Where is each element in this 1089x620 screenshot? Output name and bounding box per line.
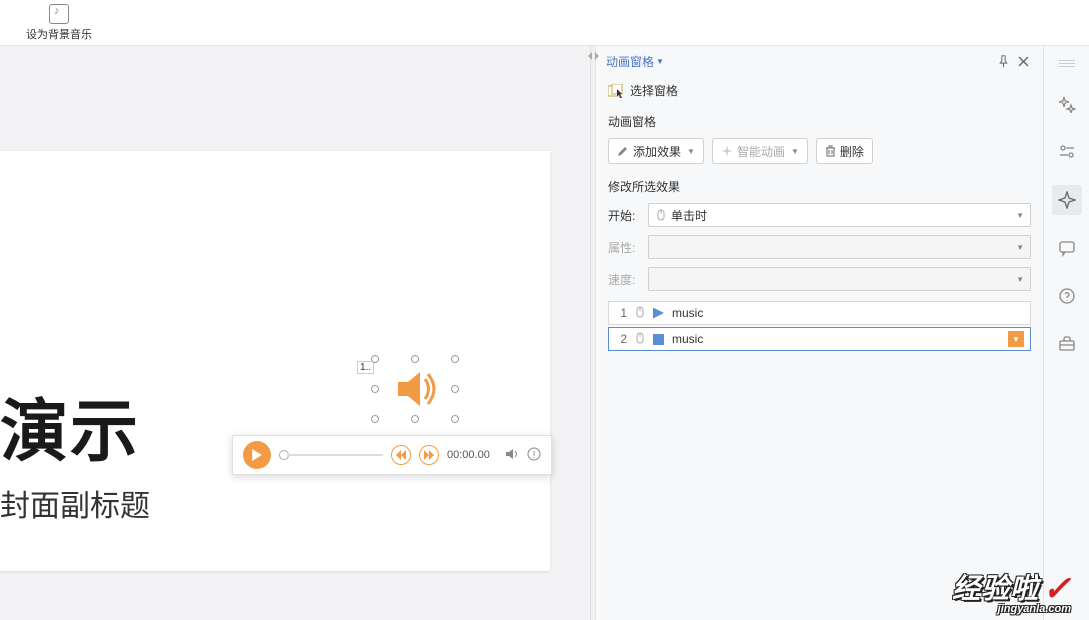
item-menu-button[interactable]: ▼	[1008, 331, 1024, 347]
slide-title[interactable]: 演示	[0, 376, 140, 475]
speed-label: 速度:	[608, 271, 640, 288]
settings-icon[interactable]	[1052, 137, 1082, 167]
help-icon[interactable]	[1052, 281, 1082, 311]
chevron-down-icon: ▼	[791, 147, 799, 156]
item-index: 1	[615, 306, 627, 320]
select-pane-icon	[608, 84, 624, 98]
time-display: 00:00.00	[447, 449, 497, 461]
top-toolbar: 设为背景音乐	[0, 0, 1089, 46]
slide-canvas[interactable]: 演示 封面副标题 1..	[0, 46, 590, 620]
modify-title: 修改所选效果	[608, 178, 1031, 195]
select-pane-button[interactable]: 选择窗格	[608, 82, 1031, 99]
start-select[interactable]: 单击时 ▼	[648, 203, 1031, 227]
play-button[interactable]	[243, 441, 271, 469]
delete-button[interactable]: 删除	[816, 138, 873, 164]
mouse-icon	[655, 209, 667, 221]
check-icon: ✓	[1043, 569, 1072, 609]
music-note-icon	[49, 4, 69, 24]
set-bgm-label: 设为背景音乐	[24, 26, 94, 42]
audio-player: 00:00.00 !	[232, 435, 552, 475]
info-icon[interactable]: !	[527, 447, 541, 464]
select-pane-label: 选择窗格	[630, 82, 678, 99]
chevron-down-icon: ▼	[687, 147, 695, 156]
close-icon[interactable]	[1013, 51, 1033, 71]
slide-subtitle[interactable]: 封面副标题	[0, 481, 150, 525]
property-label: 属性:	[608, 239, 640, 256]
button-row: 添加效果 ▼ 智能动画 ▼ 删除	[608, 138, 1031, 164]
chevron-down-icon[interactable]: ▼	[656, 57, 664, 66]
start-label: 开始:	[608, 207, 640, 224]
split-handle[interactable]	[590, 46, 595, 620]
item-index: 2	[615, 332, 627, 346]
skip-back-button[interactable]	[391, 445, 411, 465]
pane-body: 选择窗格 动画窗格 添加效果 ▼ 智能动画 ▼ 删除	[596, 76, 1043, 359]
add-effect-button[interactable]: 添加效果 ▼	[608, 138, 704, 164]
pane-title[interactable]: 动画窗格	[606, 53, 654, 70]
property-select: ▼	[648, 235, 1031, 259]
item-name: music	[672, 332, 1000, 346]
stop-icon	[653, 334, 664, 345]
effect-list: 1 music 2 music ▼	[608, 301, 1031, 351]
play-icon	[653, 308, 664, 319]
right-sidebar	[1043, 46, 1089, 620]
speed-select: ▼	[648, 267, 1031, 291]
main-area: 演示 封面副标题 1..	[0, 46, 1089, 620]
animation-pane: 动画窗格 ▼ 选择窗格 动画窗格 添加效果 ▼	[595, 46, 1043, 620]
drag-handle-icon[interactable]	[1059, 60, 1075, 67]
seek-track[interactable]	[279, 450, 383, 460]
mouse-icon	[635, 306, 645, 321]
item-name: music	[672, 306, 1024, 320]
svg-text:!: !	[533, 450, 536, 461]
animation-tag[interactable]: 1..	[357, 361, 374, 374]
skip-fwd-button[interactable]	[419, 445, 439, 465]
sparkle-tool-icon[interactable]	[1052, 89, 1082, 119]
pencil-icon	[617, 145, 629, 157]
pin-icon[interactable]	[993, 51, 1013, 71]
effect-item[interactable]: 1 music	[608, 301, 1031, 325]
watermark: 经验啦 ✓ jingyanla.com	[952, 567, 1071, 615]
set-bgm-button[interactable]: 设为背景音乐	[24, 4, 94, 42]
volume-icon[interactable]	[505, 447, 519, 464]
sparkle-icon	[721, 145, 733, 157]
pane-header: 动画窗格 ▼	[596, 46, 1043, 76]
toolbox-icon[interactable]	[1052, 329, 1082, 359]
property-row: 属性: ▼	[608, 235, 1031, 259]
trash-icon	[825, 145, 836, 157]
smart-anim-button[interactable]: 智能动画 ▼	[712, 138, 808, 164]
start-row: 开始: 单击时 ▼	[608, 203, 1031, 227]
effect-item[interactable]: 2 music ▼	[608, 327, 1031, 351]
speed-row: 速度: ▼	[608, 267, 1031, 291]
section-title: 动画窗格	[608, 113, 1031, 130]
animation-tool-icon[interactable]	[1052, 185, 1082, 215]
slide: 演示 封面副标题 1..	[0, 151, 550, 571]
mouse-icon	[635, 332, 645, 347]
audio-object[interactable]: 1..	[375, 359, 455, 419]
comment-icon[interactable]	[1052, 233, 1082, 263]
speaker-icon	[390, 364, 440, 414]
